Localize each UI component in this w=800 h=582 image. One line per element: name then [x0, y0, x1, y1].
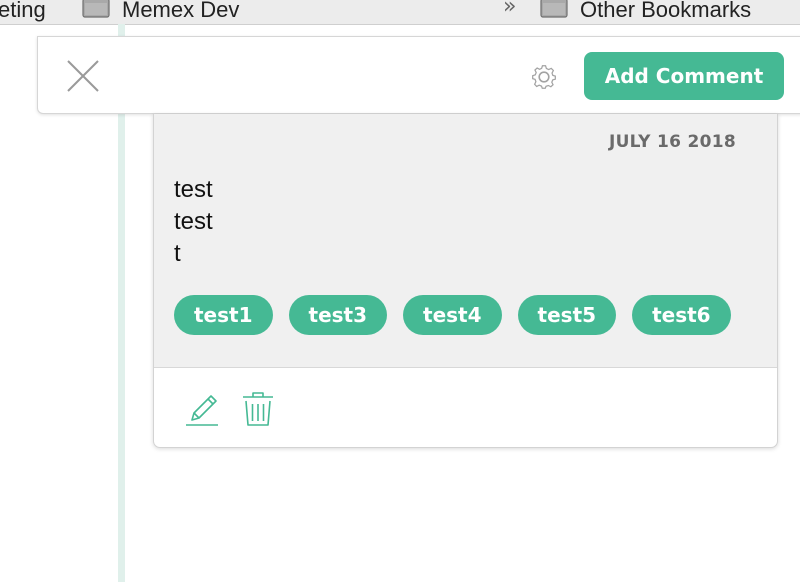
comment-card: JULY 16 2018 test test t test1 test3 tes…: [153, 114, 778, 448]
tag-pill[interactable]: test1: [174, 295, 273, 335]
close-icon: [67, 60, 99, 92]
folder-icon: [82, 0, 110, 18]
trash-icon: [243, 392, 273, 426]
comment-text: test test t: [174, 176, 213, 267]
comment-toolbar: Add Comment: [37, 36, 800, 114]
tag-pill[interactable]: test3: [288, 295, 388, 335]
gear-icon: [532, 65, 556, 89]
tag-pill[interactable]: test4: [403, 295, 502, 335]
add-comment-button[interactable]: Add Comment: [584, 52, 784, 100]
tag-list: test1 test3 test4 test5 test6: [174, 295, 731, 335]
tag-pill[interactable]: test6: [632, 295, 731, 335]
comment-body: JULY 16 2018 test test t test1 test3 tes…: [154, 114, 777, 368]
folder-icon: [540, 0, 568, 18]
close-button[interactable]: [62, 55, 104, 97]
comment-actions: [154, 368, 777, 447]
bookmarks-overflow-chevron-icon[interactable]: »: [503, 0, 516, 19]
tag-pill[interactable]: test5: [517, 295, 617, 335]
pencil-icon: [186, 395, 218, 426]
bookmark-label: Other Bookmarks: [580, 0, 752, 22]
bookmarks-bar: eting Memex Dev » Other Bookmarks: [0, 0, 800, 25]
bookmark-item-partial[interactable]: eting: [0, 0, 46, 24]
delete-button[interactable]: [240, 390, 276, 428]
edit-button[interactable]: [184, 392, 222, 428]
comment-date: JULY 16 2018: [608, 132, 736, 152]
bookmark-label: Memex Dev: [122, 0, 240, 22]
settings-button[interactable]: [526, 61, 562, 93]
bookmark-label: eting: [0, 0, 46, 22]
